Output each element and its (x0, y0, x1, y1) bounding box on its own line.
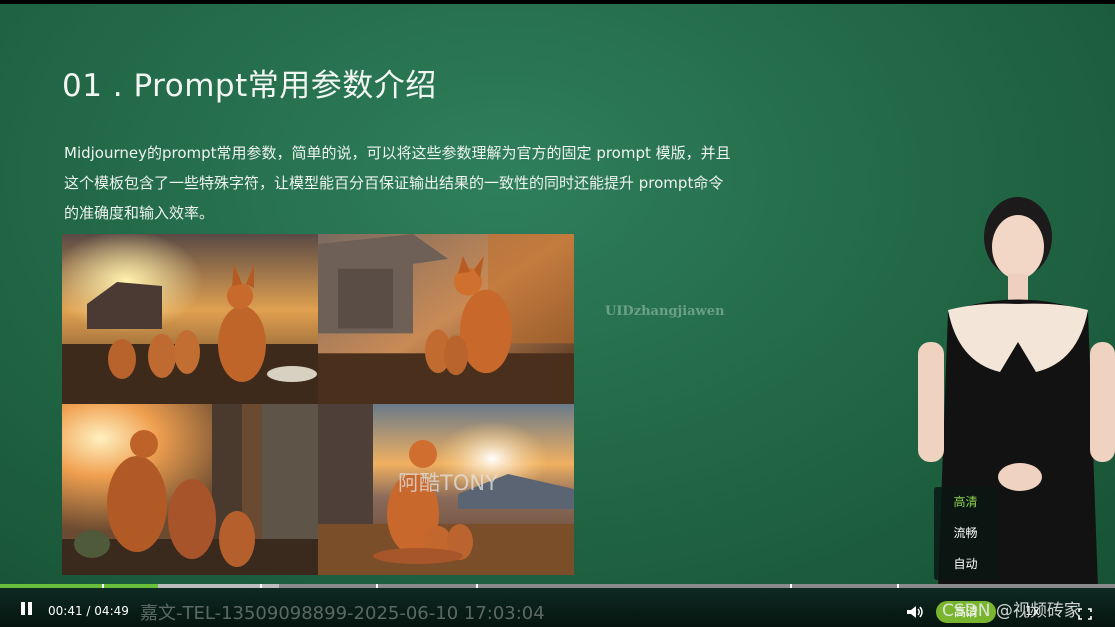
quality-menu: 高清 流畅 自动 (934, 487, 997, 580)
quality-option-auto[interactable]: 自动 (934, 549, 997, 580)
video-frame[interactable]: 01 . Prompt常用参数介绍 Midjourney的prompt常用参数，… (0, 4, 1115, 584)
overlay-name-watermark: 阿酷TONY (398, 471, 498, 495)
pause-icon[interactable] (19, 602, 33, 616)
slide-title: 01 . Prompt常用参数介绍 (62, 68, 437, 104)
duration: 04:49 (94, 604, 129, 618)
quality-option-smooth[interactable]: 流畅 (934, 518, 997, 549)
time-display: 00:41 / 04:49 (48, 604, 129, 618)
fox-image-grid (62, 234, 574, 575)
csdn-watermark: CSDN @视频砖家 (942, 601, 1081, 621)
quality-option-hd[interactable]: 高清 (934, 487, 997, 518)
volume-icon[interactable] (906, 604, 924, 618)
fox-image-sunset-cabin (62, 234, 318, 404)
slide-body-line: 这个模板包含了一些特殊字符，让模型能百分百保证输出结果的一致性的同时还能提升 p… (64, 174, 724, 192)
fox-image-autumn-house (318, 234, 574, 404)
user-id-watermark: UIDzhangjiawen (605, 304, 725, 319)
player-control-bar: 00:41 / 04:49 嘉文-TEL-13509098899-2025-06… (0, 588, 1115, 627)
slide-body-line: 的准确度和输入效率。 (64, 204, 215, 222)
time-separator: / (86, 604, 91, 618)
tel-watermark: 嘉文-TEL-13509098899-2025-06-10 17:03:04 (140, 603, 545, 624)
fox-image-foxes-back-view (62, 404, 318, 575)
slide-body-line: Midjourney的prompt常用参数，简单的说，可以将这些参数理解为官方的… (64, 144, 731, 162)
current-time: 00:41 (48, 604, 83, 618)
slide-body: Midjourney的prompt常用参数，简单的说，可以将这些参数理解为官方的… (64, 138, 784, 228)
